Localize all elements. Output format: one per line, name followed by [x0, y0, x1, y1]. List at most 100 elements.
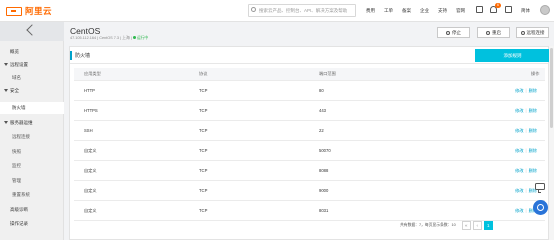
nav-tickets[interactable]: 工单: [384, 8, 393, 14]
delete-rule-link[interactable]: 删除: [529, 88, 537, 94]
sidebar-item-advanced-diagnosis[interactable]: 高级诊断: [0, 204, 64, 216]
sidebar-group-security[interactable]: 安全: [0, 85, 64, 97]
chevron-left-icon: [26, 24, 38, 36]
scrollbar-thumb[interactable]: [550, 48, 553, 128]
row-actions: 修改|删除: [515, 161, 537, 180]
sidebar-item-label: 高级诊断: [10, 207, 28, 212]
avatar[interactable]: [540, 5, 550, 15]
sidebar-item-label: 安全: [10, 88, 19, 93]
sidebar-item-label: 快照: [12, 149, 21, 154]
pagination: 共有数据：7，每页显示条数：10 « ‹ 1: [400, 220, 495, 231]
row-actions: 修改|删除: [515, 181, 537, 200]
nav-fees[interactable]: 费用: [366, 8, 375, 14]
edit-rule-link[interactable]: 修改: [515, 88, 523, 94]
sidebar-item-label: 操作记录: [10, 221, 28, 226]
sidebar-item-firewall[interactable]: 防火墙: [0, 102, 64, 114]
sidebar-item-monitor[interactable]: 监控: [0, 160, 64, 172]
language-switch[interactable]: 简体: [521, 8, 530, 14]
terminal-icon: [520, 30, 525, 35]
nav-support[interactable]: 支持: [438, 8, 447, 14]
sidebar-group-server-ops[interactable]: 服务器运维: [0, 117, 64, 129]
instance-info: 47.105.112.164 | CentOS 7.3 | 上海 | 运行中: [70, 36, 148, 41]
cell-protocol: TCP: [199, 88, 208, 93]
stop-button[interactable]: 停止: [437, 27, 470, 38]
table-row: 自定义 TCP 8088 修改 | 删除: [74, 161, 545, 181]
edit-rule-link[interactable]: 修改: [515, 208, 523, 214]
cart-icon[interactable]: [505, 6, 512, 13]
sidebar-item-label: 防火墙: [12, 105, 26, 110]
page-title: CentOS: [70, 26, 101, 36]
cell-app-type: 自定义: [84, 187, 97, 193]
cell-protocol: TCP: [199, 208, 208, 213]
cell-protocol: TCP: [199, 168, 208, 173]
nav-enterprise[interactable]: 企业: [420, 8, 429, 14]
cell-port-range: 22: [319, 128, 324, 133]
sidebar-group-remote-settings[interactable]: 远程设置: [0, 59, 64, 71]
table-row: 自定义TCP8031修改|删除: [74, 201, 545, 221]
notification-badge: 6: [495, 3, 501, 8]
cell-app-type: 自定义: [84, 207, 97, 213]
panel-title: 防火墙: [75, 53, 91, 59]
first-page-button[interactable]: «: [461, 221, 471, 230]
edit-rule-link[interactable]: 修改: [515, 128, 523, 134]
app-icon[interactable]: [476, 6, 483, 13]
cell-protocol: TCP: [199, 188, 208, 193]
sidebar-item-manage[interactable]: 管理: [0, 175, 64, 187]
help-icon[interactable]: [533, 200, 548, 215]
restart-button[interactable]: 重启: [477, 27, 510, 38]
cell-port-range: 443: [319, 108, 326, 113]
remote-connect-button-label: 远程连接: [526, 30, 545, 35]
current-page-button[interactable]: 1: [483, 221, 493, 230]
edit-rule-link[interactable]: 修改: [515, 188, 523, 194]
caret-down-icon: [4, 89, 8, 92]
logo-icon: [6, 6, 22, 16]
sidebar-item-label: 管理: [12, 178, 21, 183]
action-separator: |: [525, 188, 527, 193]
column-header-app-type: 应用类型: [84, 71, 101, 76]
delete-rule-link[interactable]: 删除: [529, 168, 537, 174]
sidebar-item-operation-log[interactable]: 操作记录: [0, 218, 64, 230]
table-header: 应用类型 协议 端口范围 操作: [74, 68, 545, 81]
sidebar-item-label: 监控: [12, 163, 21, 168]
chat-icon[interactable]: [535, 183, 546, 193]
aliyun-logo[interactable]: 阿里云: [6, 5, 52, 17]
sidebar-item-remote-connect[interactable]: 远程连接: [0, 131, 64, 143]
delete-rule-link[interactable]: 删除: [529, 108, 537, 114]
add-rule-button[interactable]: 添加规则: [475, 49, 550, 62]
caret-down-icon: [4, 121, 8, 124]
sidebar-collapse-button[interactable]: [0, 22, 64, 41]
refresh-icon: [486, 30, 490, 35]
prev-page-button[interactable]: ‹: [472, 221, 482, 230]
instance-meta: 47.105.112.164 | CentOS 7.3 | 上海 |: [70, 36, 133, 40]
row-actions: 修改|删除: [515, 121, 537, 140]
row-actions: 修改|删除: [515, 141, 537, 160]
delete-rule-link[interactable]: 删除: [529, 128, 537, 134]
nav-beian[interactable]: 备案: [402, 8, 411, 14]
row-actions: 修改|删除: [515, 81, 537, 100]
pagination-info: 共有数据：7，每页显示条数：10: [400, 223, 456, 227]
column-header-protocol: 协议: [199, 71, 208, 76]
sidebar-item-domain[interactable]: 域名: [0, 72, 64, 84]
cell-protocol: TCP: [199, 148, 208, 153]
cell-port-range: 8088: [319, 168, 329, 173]
table-row: HTTPS TCP 443 修改 | 删除: [74, 101, 545, 121]
delete-rule-link[interactable]: 删除: [529, 148, 537, 154]
edit-rule-link[interactable]: 修改: [515, 108, 523, 114]
edit-rule-link[interactable]: 修改: [515, 168, 523, 174]
action-separator: |: [525, 148, 527, 153]
nav-official-site[interactable]: 官网: [456, 8, 465, 14]
table-row: HTTP TCP 80 修改 | 删除: [74, 81, 545, 101]
edit-rule-link[interactable]: 修改: [515, 148, 523, 154]
power-icon: [446, 30, 450, 35]
sidebar: 概览 远程设置 域名 安全 防火墙 服务器运维 远程连接 快照 监控 管理 重置…: [0, 22, 64, 240]
table-row: 自定义 TCP 9000 修改 | 删除: [74, 181, 545, 201]
sidebar-item-overview[interactable]: 概览: [0, 46, 64, 58]
table-row: SSH TCP 22 修改 | 删除: [74, 121, 545, 141]
sidebar-item-snapshot[interactable]: 快照: [0, 146, 64, 158]
remote-connect-button[interactable]: 远程连接: [516, 27, 549, 38]
restart-button-label: 重启: [492, 30, 501, 35]
search-input[interactable]: 搜索云产品、控制台、API、解决方案及帮助: [248, 4, 356, 17]
status-dot-icon: [132, 36, 136, 39]
action-separator: |: [525, 88, 527, 93]
sidebar-item-reset-system[interactable]: 重置系统: [0, 189, 64, 201]
